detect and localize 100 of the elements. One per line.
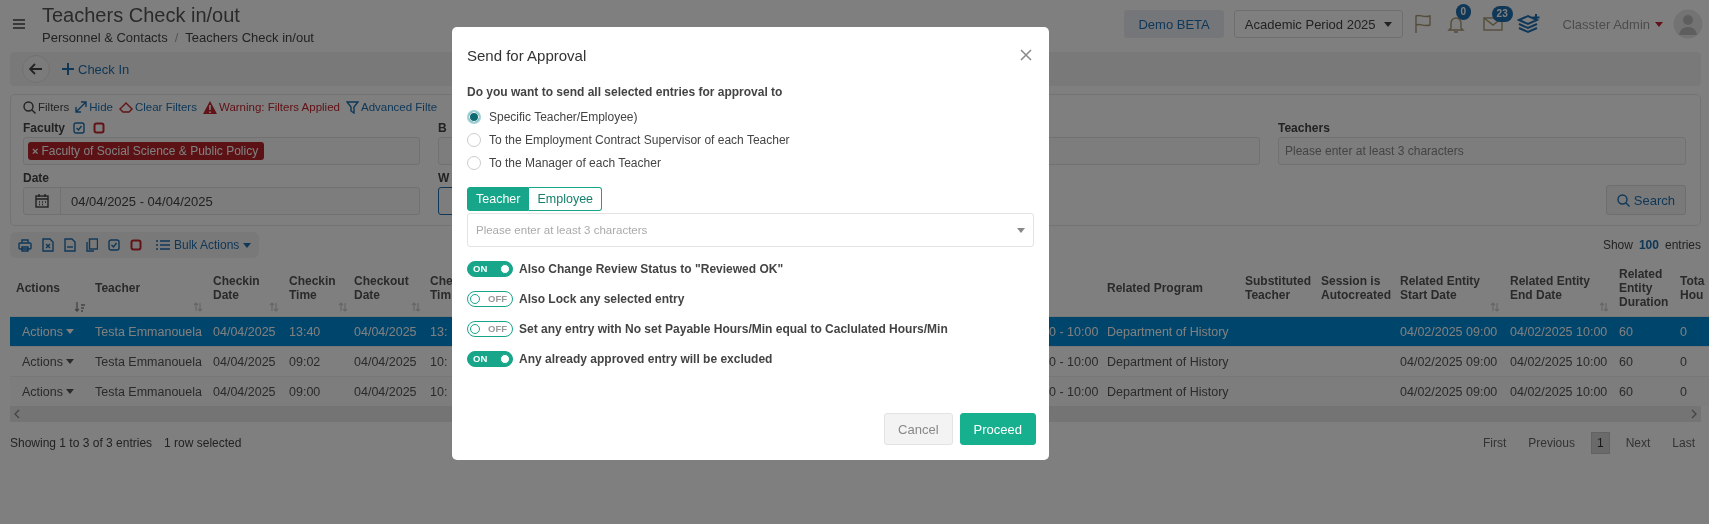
page-size-select[interactable]: 100 xyxy=(1638,238,1659,252)
caret-icon xyxy=(1383,21,1392,27)
caret-icon xyxy=(1017,227,1025,233)
table-cell: 04/02/2025 09:00 xyxy=(1400,354,1498,369)
radio-button[interactable] xyxy=(467,109,481,124)
eraser-icon xyxy=(118,101,133,113)
faculty-field[interactable]: × Faculty of Social Science & Public Policy xyxy=(23,137,420,165)
table-cell: 10: xyxy=(430,354,448,369)
question-text: Do you want to send all selected entries for approval to xyxy=(467,85,784,99)
check-square-icon[interactable] xyxy=(73,122,85,134)
pagination-link[interactable]: Last xyxy=(1666,432,1701,454)
table-cell: 04/02/2025 10:00 xyxy=(1510,354,1608,369)
period-select[interactable]: Academic Period 2025 xyxy=(1233,10,1403,38)
actions-dropdown[interactable]: Actions xyxy=(22,354,74,369)
caret-icon xyxy=(243,242,252,248)
chevron-right-icon[interactable] xyxy=(1691,409,1697,419)
table-cell: 04/02/2025 09:00 xyxy=(1400,384,1498,399)
check-in-button[interactable]: Check In xyxy=(62,61,130,77)
column-header[interactable]: Teacher xyxy=(95,281,141,295)
table-cell: 09:02 xyxy=(289,354,321,369)
date-range-field[interactable]: 04/04/2025 - 04/04/2025 xyxy=(23,187,420,215)
list-icon xyxy=(156,240,170,250)
chevron-left-icon[interactable] xyxy=(14,409,20,419)
column-header[interactable]: Substituted Teacher xyxy=(1245,274,1311,302)
column-header[interactable]: Session is Autocreated xyxy=(1321,274,1391,302)
flag-icon[interactable] xyxy=(1412,14,1433,34)
segment-tab[interactable]: Teacher xyxy=(467,187,530,211)
column-header[interactable]: Che Tim xyxy=(430,274,456,302)
bulk-actions-button[interactable]: Bulk Actions xyxy=(152,238,252,252)
radio-label[interactable]: Specific Teacher/Employee) xyxy=(489,109,638,124)
table-cell: 60 xyxy=(1619,324,1633,339)
avatar-icon[interactable] xyxy=(1673,9,1703,39)
column-header[interactable]: Tota Hou xyxy=(1680,274,1705,302)
column-header[interactable]: Related Entity Start Date xyxy=(1400,274,1488,302)
table-cell: 04/02/2025 09:00 xyxy=(1400,324,1498,339)
back-arrow-icon[interactable] xyxy=(29,63,43,75)
segment-tab[interactable]: Employee xyxy=(529,187,603,211)
table-cell: 0 - 10:00 xyxy=(1049,354,1099,369)
filters-warning: Warning: Filters Applied xyxy=(202,100,340,114)
cancel-button[interactable]: Cancel xyxy=(884,413,953,445)
proceed-button[interactable]: Proceed xyxy=(959,413,1036,445)
filter-tag[interactable]: × Faculty of Social Science & Public Policy xyxy=(28,142,265,160)
table-cell: 04/04/2025 xyxy=(213,324,276,339)
sort-icon[interactable] xyxy=(75,302,85,312)
warning-icon xyxy=(202,100,217,114)
excel-file-icon[interactable] xyxy=(42,238,54,252)
actions-dropdown[interactable]: Actions xyxy=(22,384,74,399)
layers-plus-icon[interactable] xyxy=(1516,13,1541,35)
remove-tag-icon[interactable]: × xyxy=(32,145,39,157)
show-label: Show xyxy=(1602,238,1633,252)
clear-filters-link[interactable]: Clear Filters xyxy=(118,101,197,113)
square-icon[interactable] xyxy=(130,239,142,251)
table-cell: Department of History xyxy=(1107,384,1229,399)
toggle-switch[interactable]: OFF xyxy=(467,290,513,307)
envelope-icon[interactable] xyxy=(1482,16,1503,32)
csv-file-icon[interactable] xyxy=(64,238,76,252)
pagination-link[interactable]: Next xyxy=(1619,432,1657,454)
pagination-link[interactable]: First xyxy=(1476,432,1513,454)
teachers-field[interactable]: Please enter at least 3 characters xyxy=(1278,137,1686,165)
field-label: Date xyxy=(23,171,49,185)
column-header[interactable]: Related Program xyxy=(1107,281,1204,295)
table-cell: Testa Emmanouela xyxy=(95,384,202,399)
copy-icon[interactable] xyxy=(86,238,98,252)
hide-link[interactable]: Hide xyxy=(75,101,113,113)
radio-button[interactable] xyxy=(467,132,481,147)
column-header[interactable]: Related Entity Duration xyxy=(1619,267,1670,309)
radio-label[interactable]: To the Employment Contract Supervisor of each Teacher xyxy=(489,132,790,147)
back-button[interactable] xyxy=(22,55,50,83)
toggle-switch[interactable]: OFF xyxy=(467,320,513,337)
column-header[interactable]: Checkin Date xyxy=(213,274,267,302)
column-header[interactable]: Checkin Time xyxy=(289,274,336,302)
caret-icon xyxy=(66,329,74,334)
menu-icon[interactable] xyxy=(12,18,26,30)
column-header[interactable]: Related Entity End Date xyxy=(1510,274,1597,302)
environment-button[interactable]: Demo BETA xyxy=(1124,10,1224,38)
radio-button[interactable] xyxy=(467,155,481,170)
toggle-switch[interactable]: ON xyxy=(467,260,513,277)
person-select[interactable]: Please enter at least 3 characters xyxy=(467,213,1034,247)
search-button[interactable]: Search xyxy=(1605,185,1686,215)
bell-icon[interactable] xyxy=(1446,14,1465,34)
table-cell: 0 xyxy=(1680,384,1687,399)
table-cell: 13:40 xyxy=(289,324,321,339)
column-header[interactable]: Actions xyxy=(16,281,60,295)
entries-info: Showing 1 to 3 of 3 entries xyxy=(10,436,153,450)
check-square-icon[interactable] xyxy=(108,239,120,251)
table-cell: Testa Emmanouela xyxy=(95,354,202,369)
diagonal-arrows-icon xyxy=(75,101,88,113)
message-badge: 23 xyxy=(1491,6,1513,22)
pagination-link[interactable]: Previous xyxy=(1522,432,1581,454)
radio-label[interactable]: To the Manager of each Teacher xyxy=(489,155,661,170)
printer-icon[interactable] xyxy=(18,238,32,252)
advanced-filters-link[interactable]: Advanced Filte xyxy=(345,100,438,114)
pagination-link[interactable]: 1 xyxy=(1590,432,1610,454)
square-icon[interactable] xyxy=(93,122,105,134)
search-icon xyxy=(23,100,36,114)
caret-icon xyxy=(66,359,74,364)
column-header[interactable]: Checkout Date xyxy=(354,274,409,302)
breadcrumb-item[interactable]: Personnel & Contacts xyxy=(42,30,168,45)
toggle-switch[interactable]: ON xyxy=(467,350,513,367)
toggle-label: Also Lock any selected entry xyxy=(519,291,685,306)
